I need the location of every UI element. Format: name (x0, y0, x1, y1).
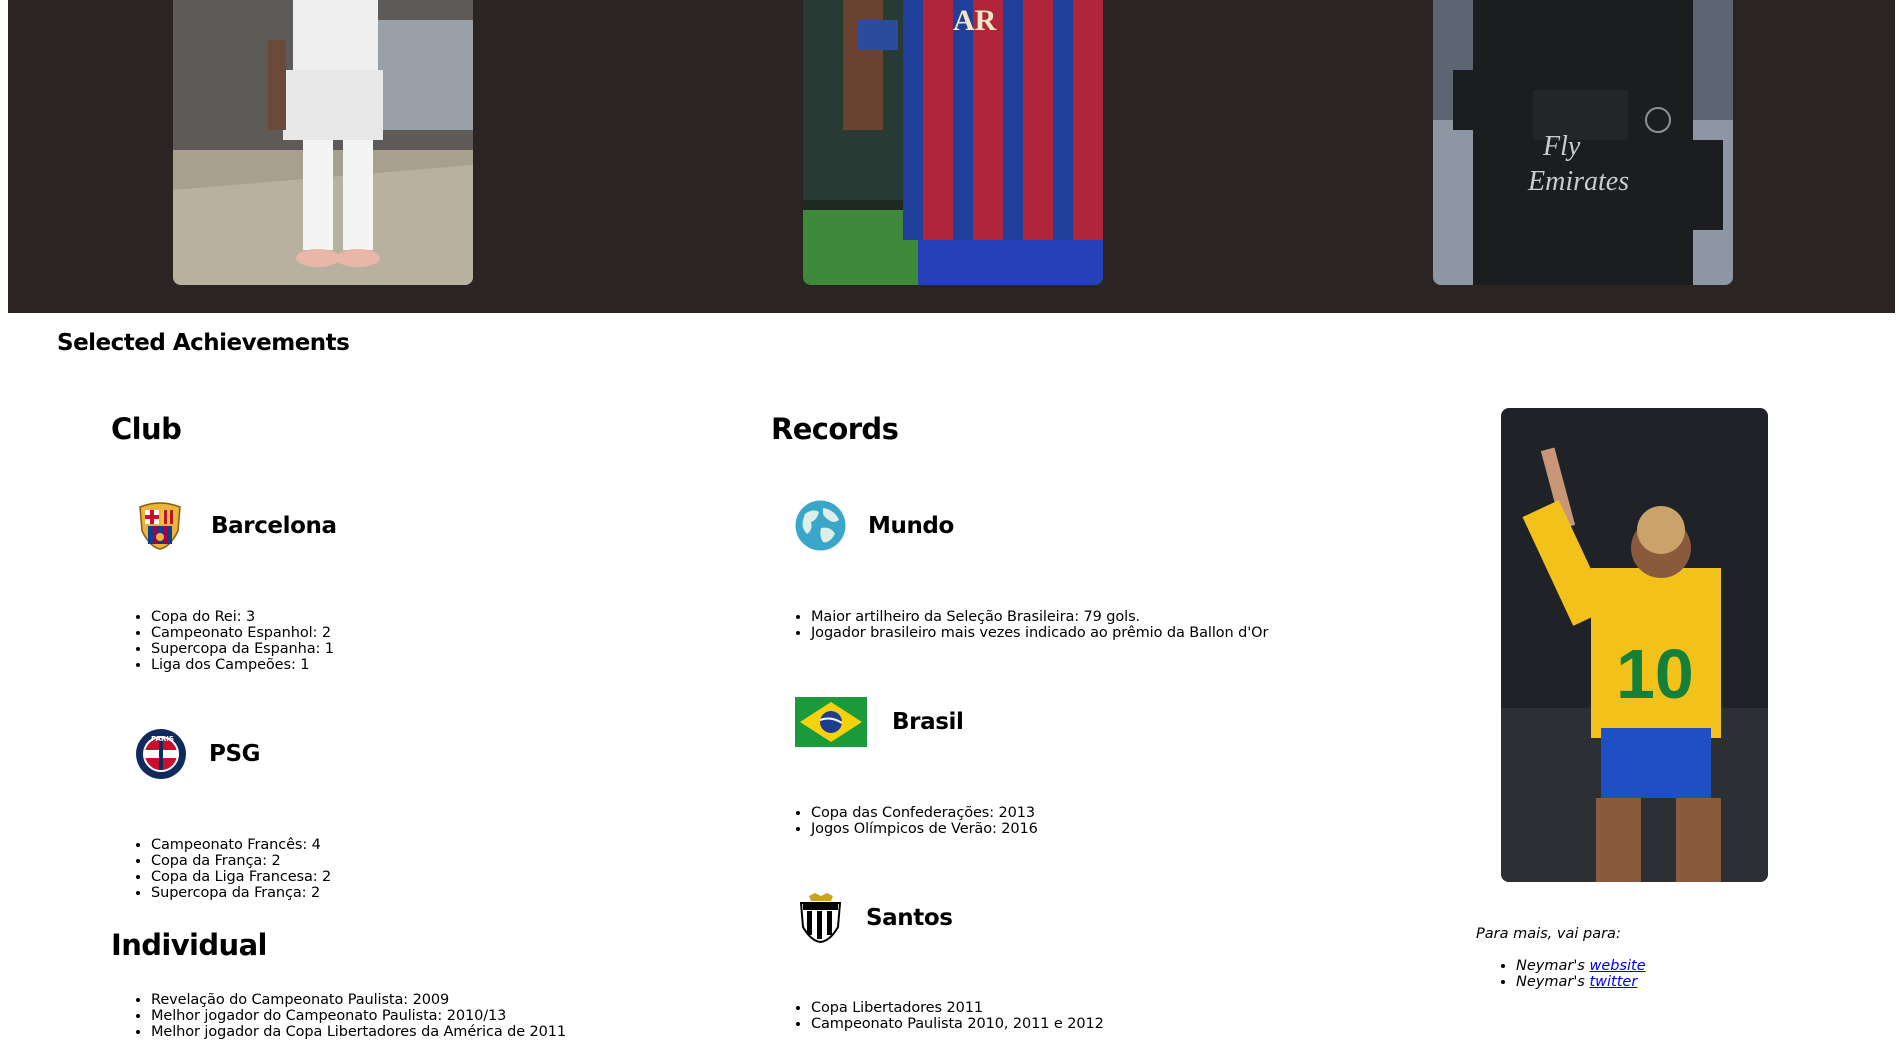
external-links-list: Neymar's website Neymar's twitter (1476, 958, 1646, 990)
link-prefix: Neymar's (1516, 974, 1590, 990)
team-name: Barcelona (211, 513, 337, 539)
list-item: Jogador brasileiro mais vezes indicado a… (811, 625, 1268, 641)
santos-player-photo (173, 0, 473, 285)
record-group-name: Brasil (892, 709, 964, 735)
list-item: Campeonato Paulista 2010, 2011 e 2012 (811, 1016, 1104, 1032)
twitter-link[interactable]: twitter (1589, 974, 1637, 990)
mundo-records-list: Maior artilheiro da Seleção Brasileira: … (771, 609, 1268, 641)
record-group-santos: Santos (797, 893, 953, 943)
list-item: Supercopa da Espanha: 1 (151, 641, 334, 657)
svg-text:AR: AR (953, 4, 997, 37)
list-item: Copa da Liga Francesa: 2 (151, 869, 331, 885)
svg-text:10: 10 (1616, 635, 1694, 713)
santos-crest-icon (799, 893, 842, 943)
barcelona-achievements-list: Copa do Rei: 3 Campeonato Espanhol: 2 Su… (111, 609, 334, 673)
more-info-text: Para mais, vai para: (1476, 926, 1621, 942)
list-item: Maior artilheiro da Seleção Brasileira: … (811, 609, 1268, 625)
records-heading: Records (771, 412, 899, 446)
list-item: Campeonato Espanhol: 2 (151, 625, 334, 641)
barcelona-player-photo: AR (803, 0, 1103, 285)
svg-text:PARIS: PARIS (151, 735, 174, 743)
svg-text:Emirates: Emirates (1527, 166, 1629, 197)
svg-text:Fly: Fly (1542, 131, 1581, 162)
list-item: Melhor jogador da Copa Libertadores da A… (151, 1024, 566, 1040)
list-item: Campeonato Francês: 4 (151, 837, 331, 853)
record-group-mundo: Mundo (795, 500, 954, 551)
brazil-flag-icon (795, 697, 867, 747)
brasil-records-list: Copa das Confederações: 2013 Jogos Olímp… (771, 805, 1038, 837)
team-name: PSG (209, 741, 261, 767)
link-prefix: Neymar's (1516, 958, 1590, 974)
brazil-player-photo: 10 (1501, 408, 1768, 882)
list-item: Copa da França: 2 (151, 853, 331, 869)
list-item: Neymar's twitter (1516, 974, 1646, 990)
psg-achievements-list: Campeonato Francês: 4 Copa da França: 2 … (111, 837, 331, 901)
list-item: Liga dos Campeões: 1 (151, 657, 334, 673)
record-group-brasil: Brasil (795, 697, 964, 747)
section-title: Selected Achievements (57, 330, 350, 356)
record-group-name: Mundo (868, 512, 954, 539)
individual-achievements-list: Revelação do Campeonato Paulista: 2009 M… (111, 992, 566, 1040)
list-item: Copa Libertadores 2011 (811, 1000, 1104, 1016)
barcelona-crest-icon (139, 502, 181, 550)
list-item: Melhor jogador do Campeonato Paulista: 2… (151, 1008, 566, 1024)
list-item: Copa do Rei: 3 (151, 609, 334, 625)
globe-icon (795, 500, 846, 551)
club-heading: Club (111, 412, 182, 446)
santos-records-list: Copa Libertadores 2011 Campeonato Paulis… (771, 1000, 1104, 1032)
team-psg: PARIS PSG (135, 728, 261, 780)
list-item: Revelação do Campeonato Paulista: 2009 (151, 992, 566, 1008)
team-barcelona: Barcelona (136, 501, 337, 551)
individual-heading: Individual (111, 928, 268, 962)
list-item: Jogos Olímpicos de Verão: 2016 (811, 821, 1038, 837)
website-link[interactable]: website (1589, 958, 1645, 974)
record-group-name: Santos (866, 905, 953, 931)
hero-gallery: AR Fly Emirates (8, 0, 1895, 313)
list-item: Supercopa da França: 2 (151, 885, 331, 901)
list-item: Copa das Confederações: 2013 (811, 805, 1038, 821)
list-item: Neymar's website (1516, 958, 1646, 974)
psg-crest-icon: PARIS (136, 729, 186, 779)
psg-player-photo: Fly Emirates (1433, 0, 1733, 285)
